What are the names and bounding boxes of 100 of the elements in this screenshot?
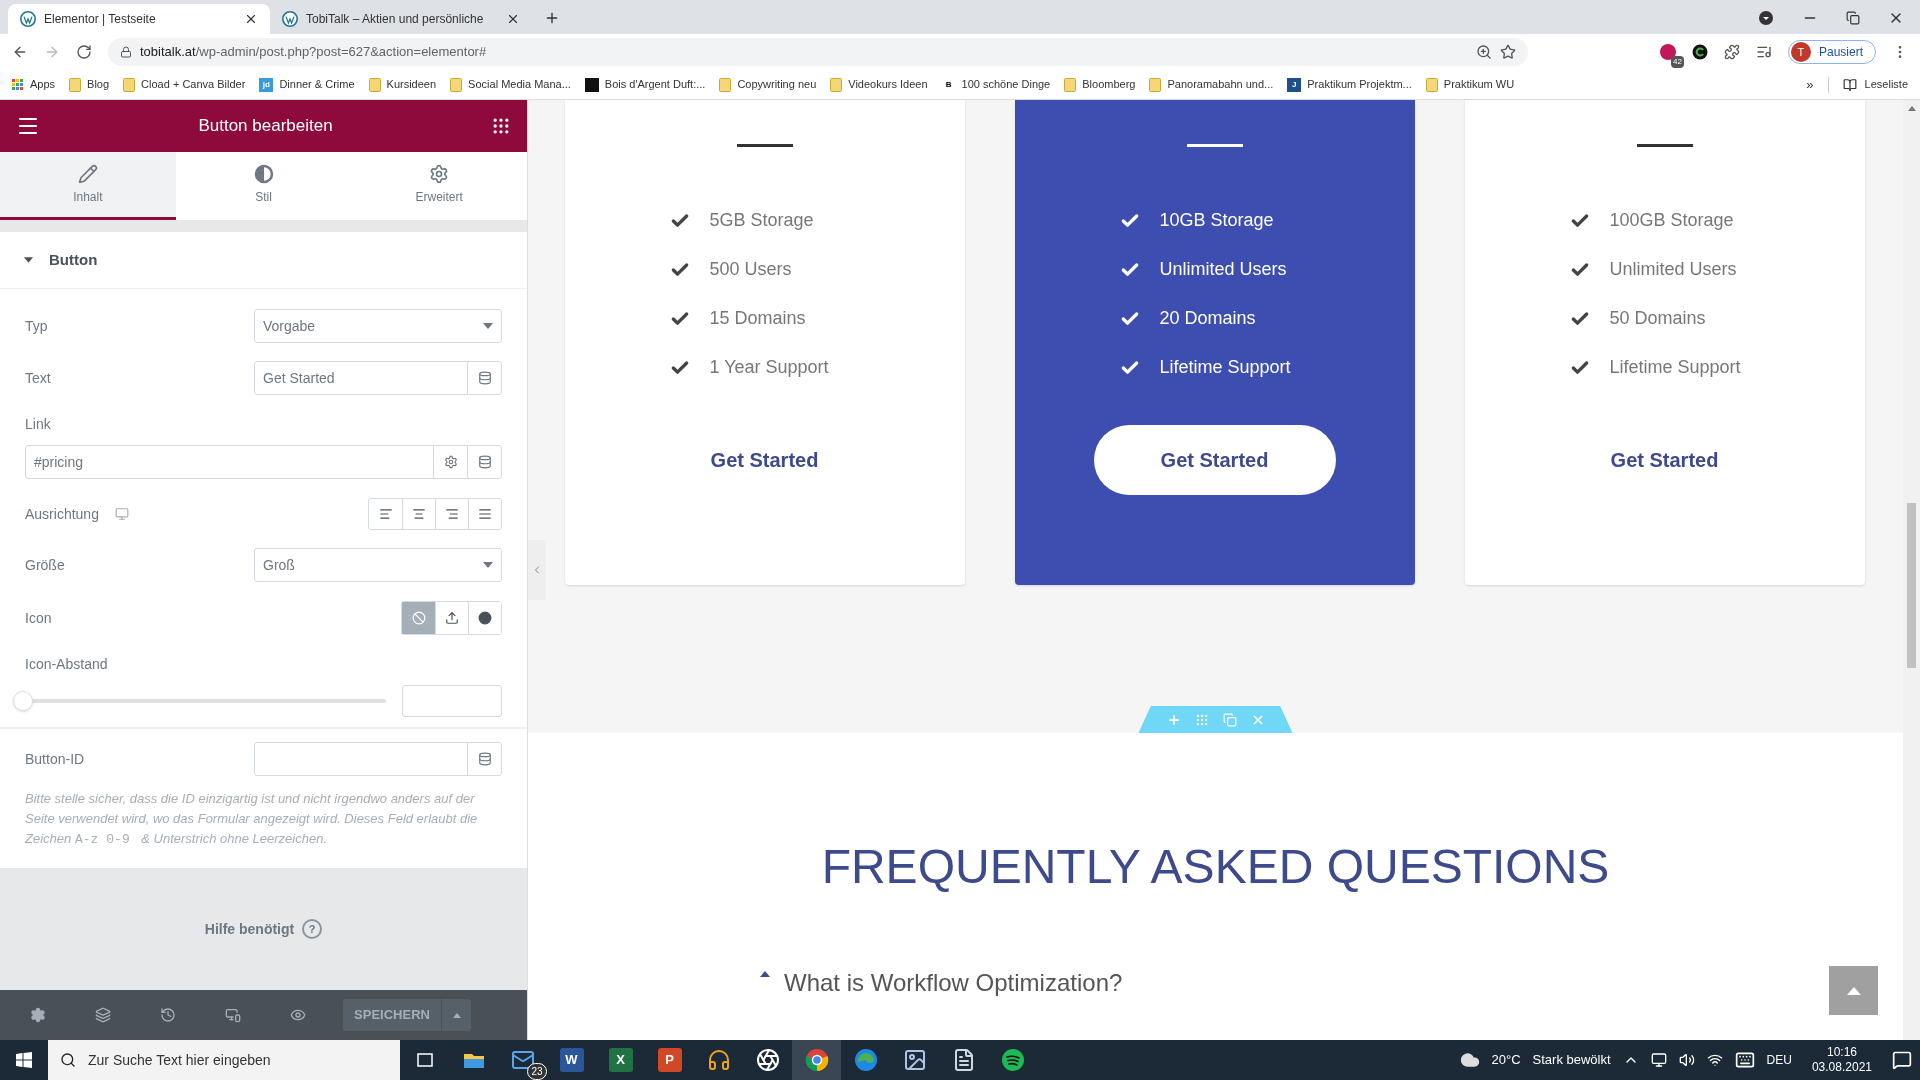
field-label: Größe — [25, 555, 65, 575]
bookmark[interactable]: jd Dinner & Crime — [259, 76, 355, 93]
field-label: Ausrichtung — [25, 504, 99, 524]
text-field[interactable]: Get Started — [254, 361, 502, 395]
app-icon[interactable]: P — [657, 1048, 682, 1072]
folder-icon — [69, 77, 82, 92]
new-tab-icon[interactable] — [544, 10, 560, 26]
caret-icon — [1846, 986, 1861, 995]
url-text: tobitalk.at/wp-admin/post.php?post=627&action=elementor# — [140, 43, 487, 62]
help-link[interactable]: Hilfe benötigt ? — [204, 918, 323, 940]
back-icon[interactable] — [12, 44, 28, 60]
caret-icon — [483, 323, 493, 329]
get-started-button[interactable]: Get Started — [1093, 425, 1336, 495]
get-started-button[interactable]: Get Started — [684, 425, 845, 495]
responsive-icon[interactable] — [225, 1007, 241, 1023]
bookmark[interactable]: Apps — [12, 76, 56, 93]
reload-icon[interactable] — [76, 44, 92, 60]
panel-tab[interactable]: Inhalt — [0, 152, 176, 220]
panel-title: Button bearbeiten — [198, 115, 333, 138]
bookmark[interactable]: B 100 schöne Dinge — [941, 76, 1051, 93]
upload-icon — [445, 611, 459, 625]
bookmark[interactable]: Cload + Canva Bilder — [123, 76, 246, 93]
extensions-icon[interactable] — [1723, 44, 1740, 60]
restore-icon[interactable] — [1846, 11, 1860, 25]
bookmark[interactable]: Social Media Mana... — [450, 76, 571, 93]
faq-question[interactable]: What is Workflow Optimization? — [760, 965, 1123, 1001]
widgets-grid-icon[interactable] — [491, 116, 511, 136]
tab-title: Elementor | Testseite — [44, 11, 157, 28]
zoom-icon[interactable] — [1476, 44, 1492, 60]
link-field[interactable]: #pricing — [25, 445, 502, 479]
clock[interactable]: 10:16 03.08.2021 — [1803, 1045, 1880, 1075]
dynamic-tags-icon[interactable] — [477, 371, 492, 385]
settings-icon[interactable] — [443, 455, 458, 469]
bookmark[interactable]: Bloomberg — [1064, 76, 1136, 93]
media-icon[interactable] — [1755, 44, 1772, 60]
size-select[interactable]: Groß — [254, 548, 502, 582]
preview-icon[interactable] — [290, 1007, 306, 1023]
align-center-icon — [412, 507, 426, 521]
feature-text: Unlimited Users — [1159, 258, 1287, 281]
browser-tab[interactable]: Elementor | Testseite — [8, 4, 270, 34]
bookmark[interactable]: Panoramabahn und... — [1149, 76, 1274, 93]
type-select[interactable]: Vorgabe — [254, 309, 502, 343]
folder-icon — [719, 77, 732, 92]
app-icon[interactable]: W — [559, 1048, 584, 1072]
close-icon[interactable] — [506, 12, 520, 26]
more-bookmarks[interactable]: » — [1806, 74, 1814, 95]
folder-icon — [450, 77, 463, 92]
search-icon — [60, 1052, 76, 1068]
panel-collapse-handle[interactable] — [528, 540, 546, 600]
profile-dropdown-icon[interactable] — [1758, 10, 1774, 26]
network-icon[interactable] — [1706, 1052, 1723, 1068]
headphones-icon[interactable] — [706, 1048, 731, 1072]
extension-icon[interactable] — [1691, 44, 1708, 60]
browser-icon[interactable] — [853, 1048, 878, 1072]
scrollbar-thumb[interactable] — [1907, 503, 1916, 668]
volume-icon[interactable] — [1678, 1052, 1695, 1068]
section-header[interactable]: Button — [0, 232, 527, 289]
browser-icon[interactable] — [804, 1048, 829, 1072]
reading-list[interactable]: Leseliste — [1842, 76, 1908, 93]
image-icon[interactable] — [902, 1048, 927, 1072]
button-id-field[interactable] — [254, 742, 502, 776]
start-icon[interactable] — [16, 1052, 32, 1068]
bookmark-star-icon[interactable] — [1500, 44, 1516, 60]
get-started-button[interactable]: Get Started — [1584, 425, 1745, 495]
icon-option[interactable] — [468, 602, 501, 634]
bookmark[interactable]: Bois d'Argent Duft:... — [584, 76, 706, 93]
close-icon[interactable] — [244, 12, 258, 26]
task-view-icon[interactable] — [414, 1050, 435, 1070]
wordpress-icon — [282, 11, 298, 27]
app-icon[interactable]: X — [608, 1048, 633, 1072]
notifications-icon[interactable] — [1892, 1050, 1912, 1070]
feature-text: 15 Domains — [709, 307, 806, 330]
bookmark[interactable]: Blog — [69, 76, 110, 93]
address-bar[interactable]: tobitalk.at/wp-admin/post.php?post=627&action=elementor# — [108, 38, 1528, 66]
bookmark[interactable]: Praktikum WU — [1425, 76, 1515, 93]
music-app-icon[interactable] — [1000, 1048, 1025, 1072]
number-field[interactable] — [402, 685, 502, 717]
navigator-icon[interactable] — [95, 1007, 111, 1023]
bookmark[interactable]: Kursideen — [368, 76, 437, 93]
settings-icon[interactable] — [30, 1007, 46, 1023]
feature-text: 1 Year Support — [709, 356, 829, 379]
history-icon[interactable] — [160, 1007, 176, 1023]
bookmark[interactable]: J Praktikum Projektm... — [1287, 76, 1412, 93]
keyboard-icon[interactable] — [1734, 1050, 1755, 1070]
bookmark[interactable]: Copywriting neu — [719, 76, 817, 93]
drag-handle-icon[interactable] — [1194, 712, 1209, 727]
slider[interactable] — [13, 690, 386, 712]
caret-icon — [483, 562, 493, 568]
slider-thumb[interactable] — [13, 691, 33, 711]
dynamic-tags-icon[interactable] — [477, 455, 492, 469]
search-field[interactable]: Zur Suche Text hier eingeben — [48, 1040, 400, 1080]
language-indicator[interactable]: DEU — [1766, 1051, 1792, 1069]
bookmark[interactable]: Videokurs Ideen — [830, 76, 928, 93]
caret-icon — [452, 1012, 461, 1018]
dynamic-tags-icon[interactable] — [477, 752, 492, 766]
weather-text: Stark bewölkt — [1532, 1051, 1611, 1070]
scroll-up-icon[interactable] — [1907, 106, 1916, 111]
aperture-icon[interactable] — [755, 1048, 780, 1072]
browser-tab[interactable]: TobiTalk – Aktien und persönliche — [270, 4, 532, 34]
feature-text: 50 Domains — [1609, 307, 1706, 330]
